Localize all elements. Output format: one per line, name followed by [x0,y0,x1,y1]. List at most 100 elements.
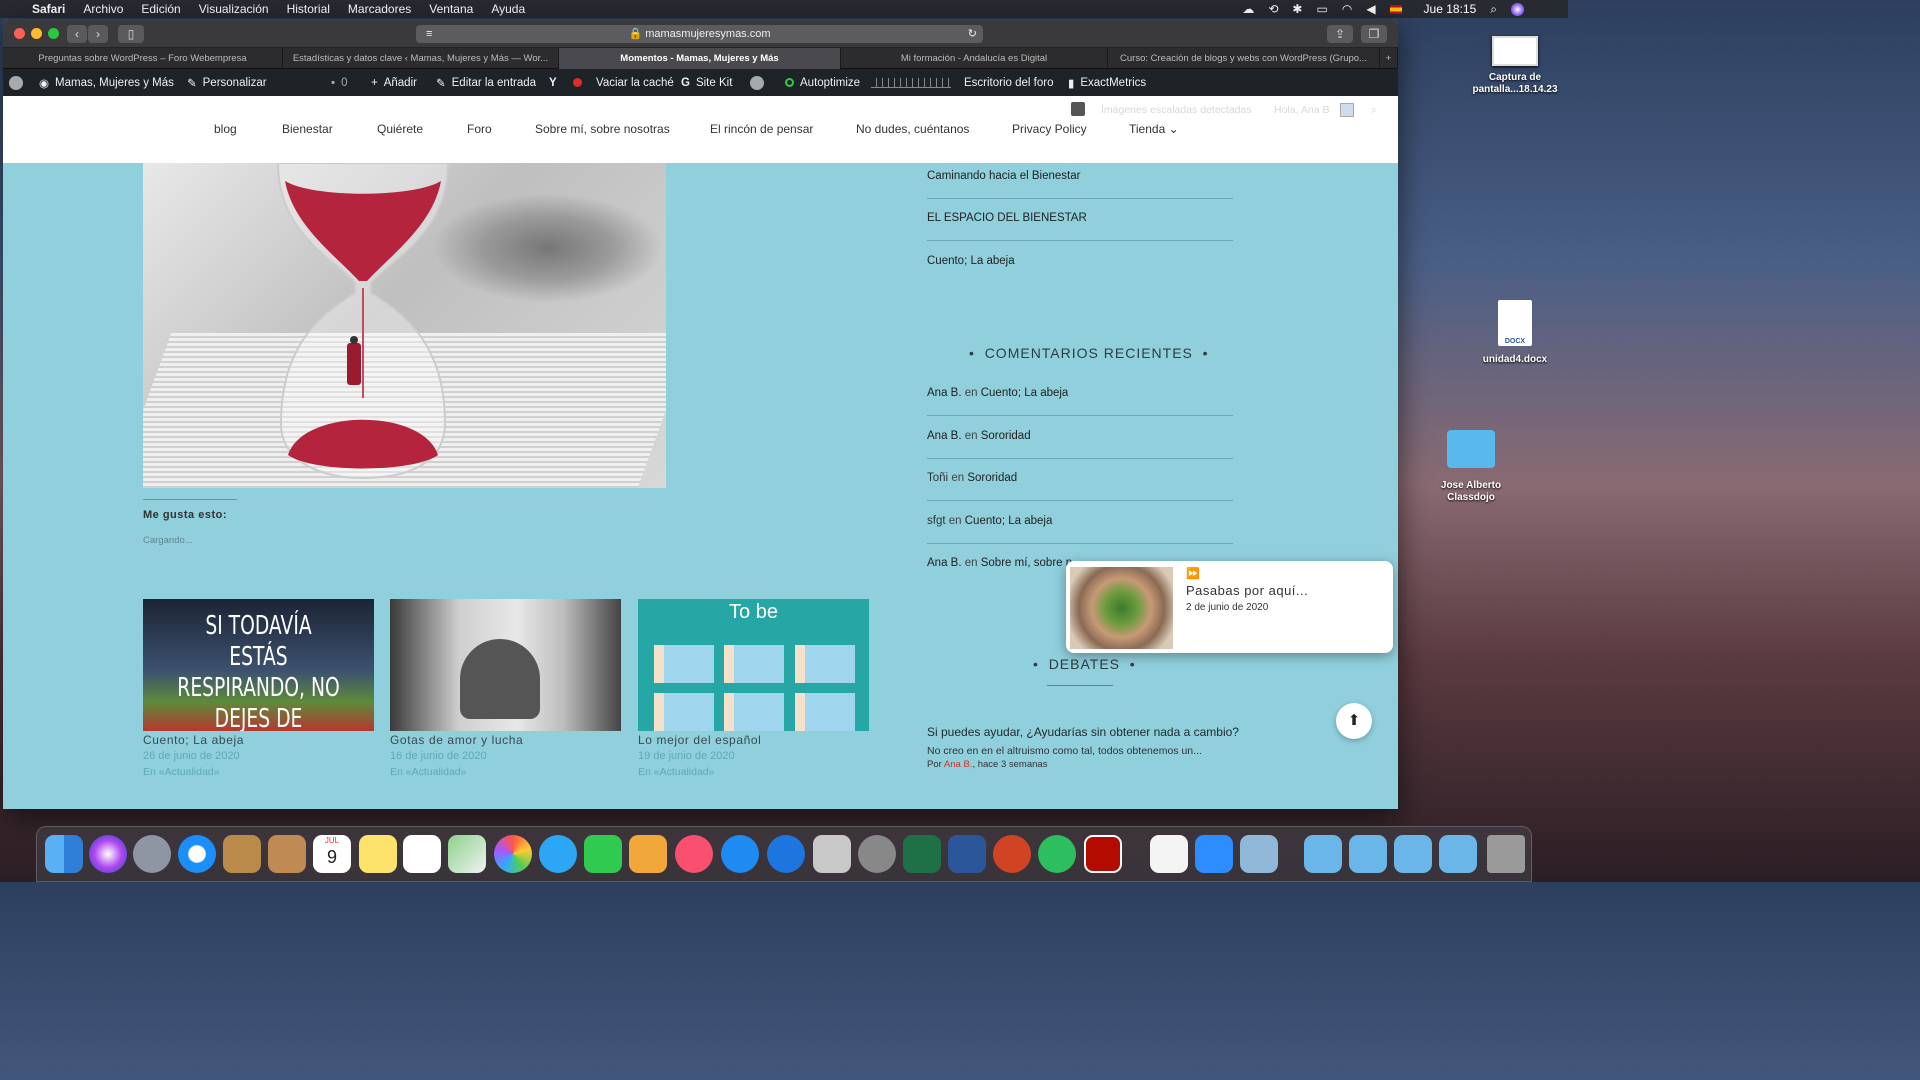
xcode-like-icon[interactable] [767,835,805,873]
comment-author[interactable]: Ana B. [927,387,962,399]
image-capture-icon[interactable] [1240,835,1278,873]
wp-logo-button[interactable] [9,69,23,96]
chat-icon[interactable] [1071,102,1085,116]
comment-post-link[interactable]: Sobre mí, sobre n [981,557,1072,569]
recent-post-3[interactable]: Cuento; La abeja [927,255,1015,267]
music-icon[interactable] [675,835,713,873]
nav-blog[interactable]: blog [214,122,237,136]
applications-folder-icon[interactable] [1349,835,1387,873]
share-button[interactable]: ⇪ [1327,25,1353,43]
menu-ventana[interactable]: Ventana [429,2,473,16]
address-bar[interactable]: ≡ 🔒 mamasmujeresymas.com ↻ [416,25,983,43]
messages-icon[interactable] [539,835,577,873]
textedit-icon[interactable] [1150,835,1188,873]
stats-sparkline[interactable] [871,69,951,96]
nav-bienestar[interactable]: Bienestar [282,122,333,136]
launchpad-icon[interactable] [133,835,171,873]
related-image-3[interactable]: To be [638,599,869,731]
comment-post-link[interactable]: Sororidad [981,430,1031,442]
downloads-folder-icon[interactable] [1304,835,1342,873]
pictures-folder-icon[interactable] [1394,835,1432,873]
volume-icon[interactable]: ◀ [1366,2,1375,16]
powerpoint-icon[interactable] [993,835,1031,873]
nav-rincon[interactable]: El rincón de pensar [710,122,813,136]
contacts-icon[interactable] [268,835,306,873]
zoom-window-button[interactable] [48,28,59,39]
nav-foro[interactable]: Foro [467,122,492,136]
add-new-link[interactable]: + Añadir [371,69,417,96]
pages-icon[interactable] [629,835,667,873]
desktop-icon-screenshot[interactable]: Captura de pantalla...18.14.23 [1469,36,1561,96]
debate-title[interactable]: Si puedes ayudar, ¿Ayudarías sin obtener… [927,725,1239,739]
comment-author[interactable]: Ana B. [927,557,962,569]
tab-2[interactable]: Estadísticas y datos clave ‹ Mamas, Muje… [283,48,559,69]
reader-icon[interactable]: ≡ [426,25,432,43]
menu-edicion[interactable]: Edición [141,2,180,16]
admin-site-link[interactable]: ◉ Mamas, Mujeres y Más [39,69,174,96]
comment-post-link[interactable]: Cuento; La abeja [965,515,1053,527]
forward-button[interactable]: › [88,25,108,43]
comment-author[interactable]: Ana B. [927,430,962,442]
zoom-icon[interactable] [1195,835,1233,873]
menu-archivo[interactable]: Archivo [83,2,123,16]
word-icon[interactable] [948,835,986,873]
evernote-icon[interactable] [1038,835,1076,873]
tab-4[interactable]: Mi formación - Andalucía es Digital [841,48,1108,69]
customize-link[interactable]: ✎ Personalizar [187,69,267,96]
finder-icon[interactable] [45,835,83,873]
back-button[interactable]: ‹ [67,25,87,43]
facetime-icon[interactable] [584,835,622,873]
maps-icon[interactable] [448,835,486,873]
notes-icon[interactable] [359,835,397,873]
documents-folder-icon[interactable] [1439,835,1477,873]
site-kit-link[interactable]: G Site Kit [681,69,732,96]
recent-post-2[interactable]: EL ESPACIO DEL BIENESTAR [927,212,1087,224]
related-popup[interactable]: ⏩ Pasabas por aquí... 2 de junio de 2020 [1066,561,1393,653]
avatar[interactable] [1340,103,1354,117]
scaled-images-notice[interactable]: Imágenes escaladas detectadas [1101,104,1252,116]
comments-link[interactable]: ▪ 0 [331,69,347,96]
app-store-icon[interactable] [721,835,759,873]
related-image-2[interactable] [390,599,621,731]
minimize-window-button[interactable] [31,28,42,39]
related-title-3[interactable]: Lo mejor del español [638,733,761,747]
tab-5[interactable]: Curso: Creación de blogs y webs con Word… [1108,48,1380,69]
preview-eagle-icon[interactable] [223,835,261,873]
scroll-top-button[interactable]: ⬆ [1336,703,1372,739]
reload-icon[interactable]: ↻ [968,25,977,43]
menu-app-name[interactable]: Safari [32,2,65,16]
search-icon[interactable]: ⌕ [1371,104,1377,117]
calendar-icon[interactable]: JUL 9 [313,835,351,873]
wordfence-link[interactable] [750,69,764,96]
tab-1[interactable]: Preguntas sobre WordPress – Foro Webempr… [3,48,283,69]
tabs-overview-button[interactable]: ❐ [1361,25,1387,43]
autoptimize-link[interactable]: Autoptimize [785,69,860,96]
reminders-icon[interactable] [403,835,441,873]
sidebar-toggle-button[interactable]: ▯ [118,25,144,43]
excel-icon[interactable] [903,835,941,873]
comment-post-link[interactable]: Sororidad [967,472,1017,484]
trash-icon[interactable] [1487,835,1525,873]
menu-visualizacion[interactable]: Visualización [199,2,269,16]
clear-cache-link[interactable]: Vaciar la caché [573,69,674,96]
nav-quierete[interactable]: Quiérete [377,122,423,136]
app-icon[interactable] [813,835,851,873]
clock[interactable]: Jue 18:15 [1424,2,1477,16]
siri-icon[interactable] [89,835,127,873]
wifi-icon[interactable]: ◠ [1342,2,1352,16]
siri-icon[interactable] [1511,2,1524,16]
nav-sobre-mi[interactable]: Sobre mí, sobre nosotras [535,122,670,136]
related-title-1[interactable]: Cuento; La abeja [143,733,244,747]
tab-active[interactable]: Momentos - Mamas, Mujeres y Más [559,48,841,69]
close-window-button[interactable] [14,28,25,39]
time-machine-icon[interactable]: ⟲ [1268,2,1278,16]
popup-title[interactable]: Pasabas por aquí... [1186,583,1308,598]
photos-icon[interactable] [494,835,532,873]
debate-author-link[interactable]: Ana B. [944,759,973,770]
recent-post-1[interactable]: Caminando hacia el Bienestar [927,170,1080,182]
spotlight-icon[interactable]: ⌕ [1490,2,1497,17]
flag-icon[interactable] [1389,4,1402,14]
edit-post-link[interactable]: ✎ Editar la entrada [436,69,536,96]
nav-no-dudes[interactable]: No dudes, cuéntanos [856,122,969,136]
battery-icon[interactable]: ▭ [1316,2,1327,16]
